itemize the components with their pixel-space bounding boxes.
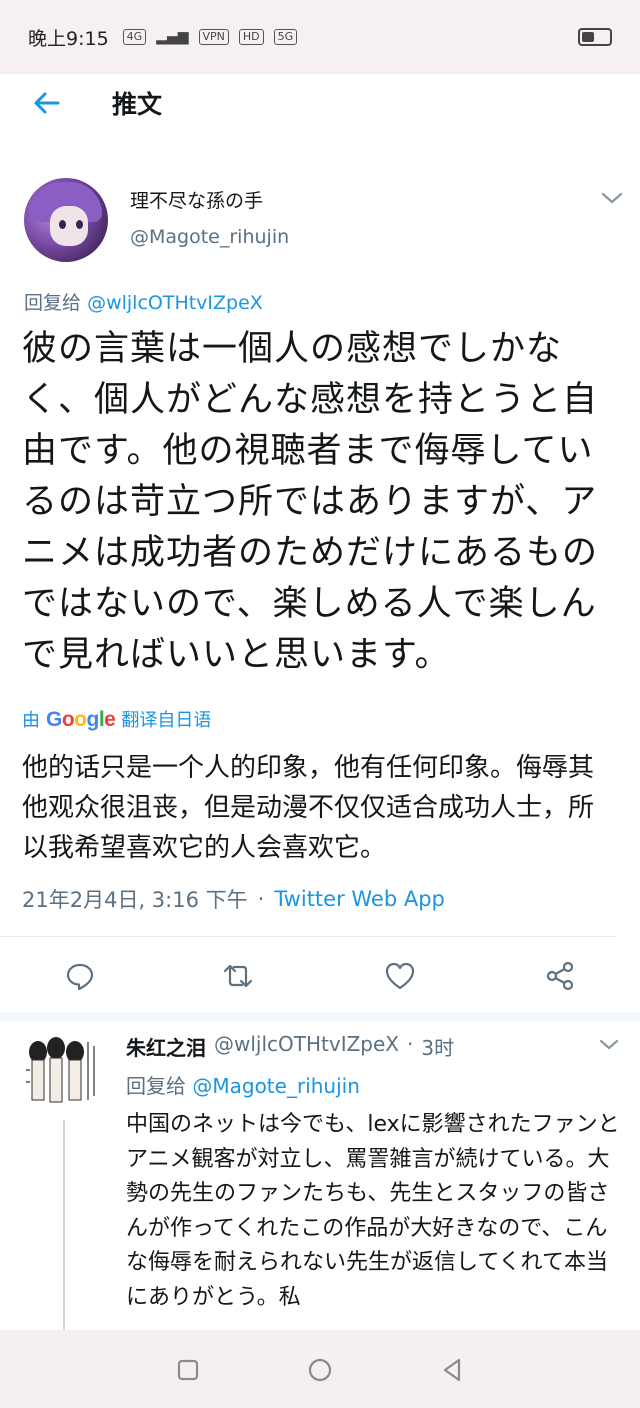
- back-triangle-icon: [443, 1358, 461, 1382]
- arrow-left-icon: [34, 92, 60, 114]
- tweet-actions: [0, 956, 640, 996]
- thread-line: [63, 1120, 65, 1332]
- battery-indicator: [578, 28, 612, 46]
- reply-time[interactable]: 3时: [421, 1032, 454, 1061]
- network-5g-icon: 5G: [273, 29, 298, 45]
- reply-avatar[interactable]: [20, 1030, 106, 1116]
- reply-handle[interactable]: @wljlcOTHtvIZpeX: [214, 1032, 399, 1061]
- status-bar: 晚上9:15 4G ▂▄▆ VPN HD 5G: [0, 0, 640, 74]
- reply-to-prefix: 回复给: [126, 1074, 186, 1098]
- battery-icon: [578, 28, 612, 46]
- page-header: 推文: [0, 74, 640, 132]
- share-icon: [546, 961, 574, 991]
- reply-to-prefix: 回复给: [24, 292, 82, 314]
- tweet-timestamp[interactable]: 21年2月4日, 3:16 下午: [22, 884, 248, 914]
- battery-fill: [582, 32, 594, 42]
- google-logo: Google: [46, 708, 116, 731]
- reply-separator: ·: [407, 1032, 414, 1056]
- retweet-icon: [223, 964, 253, 988]
- home-button[interactable]: [302, 1352, 338, 1388]
- status-icons: 4G ▂▄▆ VPN HD 5G: [122, 29, 298, 45]
- display-name[interactable]: 理不尽な孫の手: [130, 186, 263, 213]
- share-button[interactable]: [540, 956, 580, 996]
- reply-to-link[interactable]: @Magote_rihujin: [192, 1074, 360, 1098]
- reply-display-name[interactable]: 朱红之泪: [126, 1032, 206, 1061]
- translate-link[interactable]: 翻译自日语: [121, 706, 211, 732]
- chevron-down-icon[interactable]: [596, 1036, 622, 1054]
- reply-avatar-image: [20, 1030, 106, 1116]
- reply-header: 朱红之泪 @wljlcOTHtvIZpeX · 3时: [126, 1032, 454, 1061]
- source-app-link[interactable]: Twitter Web App: [274, 887, 445, 911]
- reply-to-link[interactable]: @wljlcOTHtvIZpeX: [87, 292, 263, 314]
- back-button[interactable]: [26, 83, 66, 123]
- reply-to-line: 回复给 @Magote_rihujin: [126, 1070, 360, 1099]
- reply-button[interactable]: [60, 956, 100, 996]
- hd-icon: HD: [238, 29, 264, 45]
- system-nav-bar: [0, 1330, 640, 1408]
- meta-separator: ·: [257, 887, 265, 911]
- reply-icon: [66, 963, 94, 991]
- translated-text: 他的话只是一个人的印象，他有任何印象。侮辱其他观众很沮丧，但是动漫不仅仅适合成功…: [22, 753, 595, 863]
- page-title: 推文: [112, 90, 163, 119]
- home-circle-icon: [308, 1358, 332, 1382]
- divider: [0, 936, 616, 937]
- reply-to-line: 回复给 @wljlcOTHtvIZpeX: [24, 288, 263, 315]
- reply-text: 中国のネットは今でも、lexに影響されたファンとアニメ観客が対立し、罵詈雑言が続…: [126, 1112, 620, 1310]
- tweet-meta: 21年2月4日, 3:16 下午 · Twitter Web App: [22, 884, 445, 914]
- chevron-down-icon[interactable]: [598, 188, 626, 208]
- avatar[interactable]: [24, 178, 108, 262]
- section-divider: [0, 1012, 640, 1022]
- avatar-eye: [59, 220, 66, 229]
- network-4g-icon: 4G: [122, 29, 147, 45]
- recents-button[interactable]: [170, 1352, 206, 1388]
- tweet-text: 彼の言葉は一個人の感想でしかなく、個人がどんな感想を持とうと自由です。他の視聴者…: [22, 329, 599, 675]
- user-handle[interactable]: @Magote_rihujin: [130, 226, 289, 248]
- recents-square-icon: [177, 1359, 199, 1381]
- translate-by-label: 由: [22, 710, 40, 731]
- status-time: 晚上9:15: [28, 27, 109, 50]
- reply-tweet[interactable]: 朱红之泪 @wljlcOTHtvIZpeX · 3时 回复给 @Magote_r…: [0, 1022, 640, 1332]
- signal-icon: ▂▄▆: [156, 29, 189, 45]
- like-icon: [385, 962, 415, 990]
- avatar-eye: [76, 220, 83, 229]
- translation-attribution: 由 Google 翻译自日语: [22, 706, 211, 732]
- vpn-icon: VPN: [198, 29, 229, 45]
- like-button[interactable]: [380, 956, 420, 996]
- system-back-button[interactable]: [434, 1352, 470, 1388]
- retweet-button[interactable]: [218, 956, 258, 996]
